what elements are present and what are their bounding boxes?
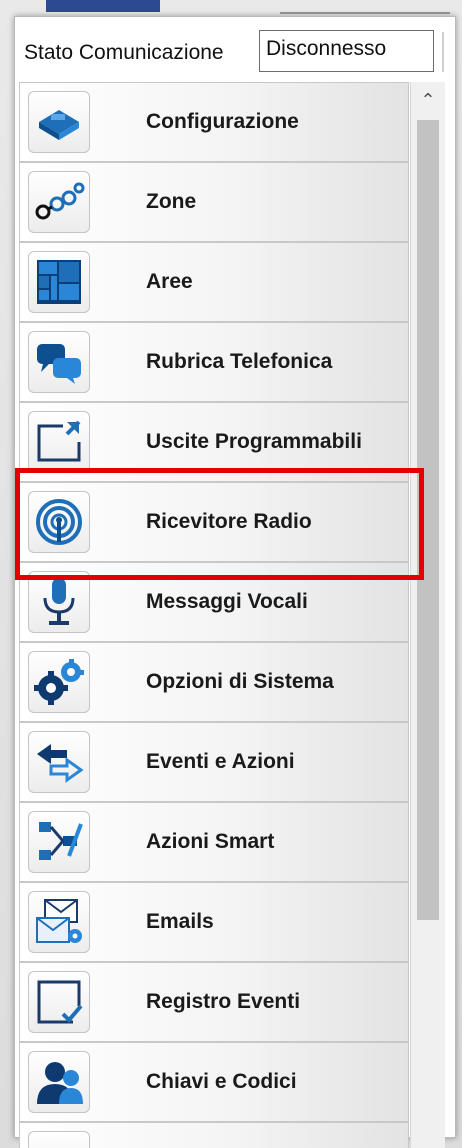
programmable-outputs-icon xyxy=(28,411,90,473)
status-field: Disconnesso xyxy=(259,30,434,72)
configuration-icon xyxy=(28,91,90,153)
menu-item-registro-eventi[interactable]: Registro Eventi xyxy=(19,962,409,1042)
partial-item-icon xyxy=(28,1131,90,1148)
menu-item-label: Configurazione xyxy=(146,110,299,133)
menu-item-label: Messaggi Vocali xyxy=(146,590,308,613)
menu-item-configurazione[interactable]: Configurazione xyxy=(19,82,409,162)
zones-icon xyxy=(28,171,90,233)
menu-item-opzioni-di-sistema[interactable]: Opzioni di Sistema xyxy=(19,642,409,722)
scroll-up-chevron-icon[interactable]: ⌃ xyxy=(411,82,445,118)
menu-item-label: Zone xyxy=(146,190,197,213)
status-row: Stato Comunicazione Disconnesso xyxy=(18,24,454,80)
menu-list: Configurazione Zone Aree Rubrica Telefon… xyxy=(19,82,409,1148)
users-keys-icon xyxy=(28,1051,90,1113)
menu-item-label: Emails xyxy=(146,910,214,933)
menu-item-eventi-e-azioni[interactable]: Eventi e Azioni xyxy=(19,722,409,802)
status-separator xyxy=(442,32,444,72)
menu-item-azioni-smart[interactable]: Azioni Smart xyxy=(19,802,409,882)
menu-item-label: Uscite Programmabili xyxy=(146,430,362,453)
status-label: Stato Comunicazione xyxy=(24,41,224,64)
menu-item-label: Eventi e Azioni xyxy=(146,750,295,773)
smart-actions-icon xyxy=(28,811,90,873)
menu-item-label: Rubrica Telefonica xyxy=(146,350,333,373)
menu-item-rubrica-telefonica[interactable]: Rubrica Telefonica xyxy=(19,322,409,402)
vertical-scrollbar[interactable]: ⌃ xyxy=(410,82,445,1148)
menu-item-aree[interactable]: Aree xyxy=(19,242,409,322)
menu-item-label: Registro Eventi xyxy=(146,990,301,1013)
phonebook-icon xyxy=(28,331,90,393)
email-icon xyxy=(28,891,90,953)
menu-item-label: Chiavi e Codici xyxy=(146,1070,297,1093)
menu-item-emails[interactable]: Emails xyxy=(19,882,409,962)
menu-item-label: Aree xyxy=(146,270,193,293)
menu-item-label: Azioni Smart xyxy=(146,830,275,853)
top-divider xyxy=(280,12,450,14)
menu-item-partial[interactable] xyxy=(19,1122,409,1148)
areas-icon xyxy=(28,251,90,313)
top-tab-indicator xyxy=(46,0,160,12)
event-log-icon xyxy=(28,971,90,1033)
microphone-icon xyxy=(28,571,90,633)
menu-item-chiavi-e-codici[interactable]: Chiavi e Codici xyxy=(19,1042,409,1122)
arrows-icon xyxy=(28,731,90,793)
gears-icon xyxy=(28,651,90,713)
highlight-box xyxy=(15,468,424,580)
menu-item-zone[interactable]: Zone xyxy=(19,162,409,242)
menu-item-label: Opzioni di Sistema xyxy=(146,670,334,693)
